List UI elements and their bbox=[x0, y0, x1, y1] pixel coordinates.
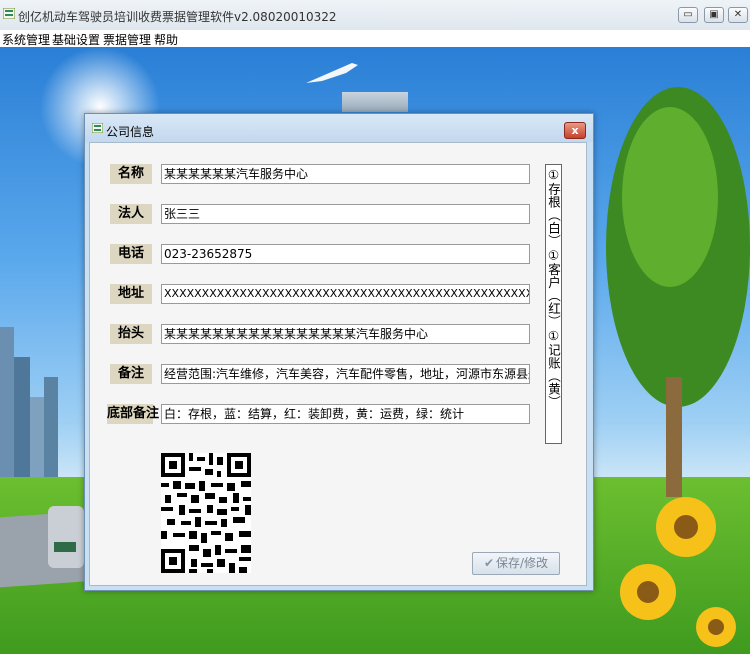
menu-basic-settings[interactable]: 基础设置 bbox=[52, 31, 100, 48]
close-button[interactable]: ✕ bbox=[728, 7, 748, 23]
save-modify-button[interactable]: ✔ 保存/修改 bbox=[472, 552, 560, 575]
dialog-title-bar: 公司信息 x bbox=[85, 114, 593, 142]
save-modify-label: 保存/修改 bbox=[496, 556, 549, 570]
maximize-button[interactable]: ▣ bbox=[704, 7, 724, 23]
dialog-close-button[interactable]: x bbox=[564, 122, 586, 139]
minimize-button[interactable]: ▭ bbox=[678, 7, 698, 23]
footer-remark-field[interactable]: 白：存根，蓝：结算，红：装卸费，黄：运费，绿：统计 bbox=[161, 404, 530, 424]
label-phone: 电话 bbox=[110, 244, 152, 264]
qr-code-image bbox=[161, 453, 251, 573]
label-header: 抬头 bbox=[110, 324, 152, 344]
close-icon: x bbox=[571, 124, 579, 137]
label-name: 名称 bbox=[110, 164, 152, 184]
legal-person-field[interactable]: 张三三 bbox=[161, 204, 530, 224]
window-title: 创亿机动车驾驶员培训收费票据管理软件v2.08020010322 bbox=[18, 10, 337, 24]
sunflowers bbox=[620, 497, 736, 647]
car-icon bbox=[48, 506, 84, 568]
building-top bbox=[342, 92, 408, 112]
remark-field[interactable]: 经营范围:汽车维修，汽车美容，汽车配件零售，地址，河源市东源县船塘镇 bbox=[161, 364, 530, 384]
window-title-bar: 创亿机动车驾驶员培训收费票据管理软件v2.08020010322 ▭ ▣ ✕ bbox=[0, 0, 750, 31]
maximize-icon: ▣ bbox=[709, 9, 719, 20]
menu-bar: 系统管理 基础设置 票据管理 帮助 bbox=[0, 30, 750, 47]
tree bbox=[606, 87, 750, 497]
menu-ticket-management[interactable]: 票据管理 bbox=[103, 31, 151, 48]
phone-field[interactable]: 023-23652875 bbox=[161, 244, 530, 264]
label-address: 地址 bbox=[110, 284, 152, 304]
check-icon: ✔ bbox=[483, 556, 494, 570]
label-footer-remark: 底部备注 bbox=[107, 404, 159, 424]
name-field[interactable]: 某某某某某某汽车服务中心 bbox=[161, 164, 530, 184]
label-remark: 备注 bbox=[110, 364, 152, 384]
menu-system[interactable]: 系统管理 bbox=[2, 31, 50, 48]
label-legal-person: 法人 bbox=[110, 204, 152, 224]
copy-legend-text: ①存根（白）①客户（红）①记账（黄） bbox=[546, 167, 561, 409]
city-buildings bbox=[0, 327, 58, 497]
dialog-title: 公司信息 bbox=[106, 125, 155, 139]
address-field[interactable]: XXXXXXXXXXXXXXXXXXXXXXXXXXXXXXXXXXXXXXXX… bbox=[161, 284, 530, 304]
close-icon: ✕ bbox=[733, 9, 743, 20]
dialog-body: 名称 某某某某某某汽车服务中心 法人 张三三 电话 023-23652875 地… bbox=[89, 142, 587, 586]
company-info-dialog: 公司信息 x 名称 某某某某某某汽车服务中心 法人 张三三 电话 023-236… bbox=[84, 113, 594, 591]
app-icon bbox=[3, 8, 15, 19]
dialog-icon bbox=[92, 123, 103, 133]
header-field[interactable]: 某某某某某某某某某某某某某某某某汽车服务中心 bbox=[161, 324, 530, 344]
copy-legend-box: ①存根（白）①客户（红）①记账（黄） bbox=[545, 164, 562, 444]
airplane-icon bbox=[306, 63, 358, 83]
menu-help[interactable]: 帮助 bbox=[154, 31, 178, 48]
minimize-icon: ▭ bbox=[683, 9, 693, 20]
